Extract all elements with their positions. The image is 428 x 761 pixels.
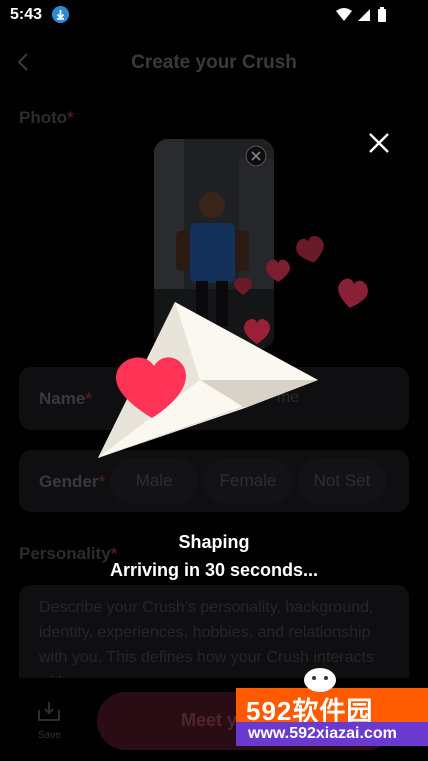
- watermark-mascot-icon: [300, 664, 340, 697]
- loading-title: Shaping: [178, 532, 250, 552]
- loading-subtitle: Arriving in 30 seconds...: [109, 560, 319, 580]
- paper-plane-animation: [98, 236, 368, 458]
- watermark-url-box: www.592xiazai.com: [236, 722, 428, 746]
- heart-icon: [244, 318, 270, 344]
- watermark-url: www.592xiazai.com: [248, 725, 397, 742]
- heart-icon: [296, 236, 324, 263]
- heart-icon: [234, 277, 252, 295]
- heart-icon: [266, 259, 290, 282]
- create-crush-screen: 5:43 Create your Crush Photo* Name* me G…: [0, 0, 428, 761]
- heart-icon: [338, 278, 368, 308]
- loading-overlay: Shaping Arriving in 30 seconds...: [0, 0, 428, 761]
